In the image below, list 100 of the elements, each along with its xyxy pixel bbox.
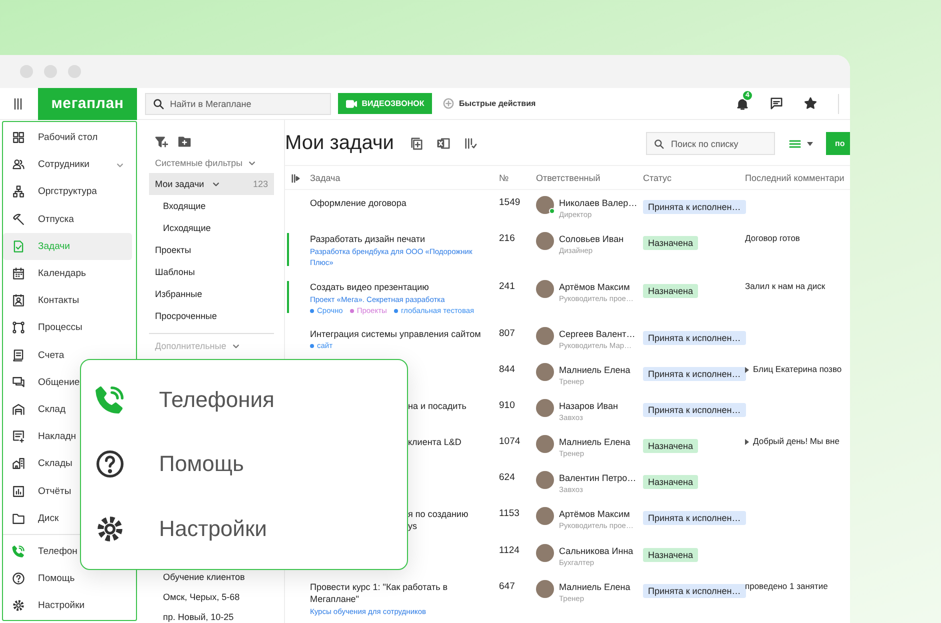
filter-item[interactable]: Просроченные <box>149 305 274 327</box>
sidebar-item[interactable]: Оргструктура <box>3 178 132 206</box>
person-name[interactable]: Сальникова Инна <box>559 545 634 557</box>
search-field[interactable]: Найти в Мегаплане <box>145 92 331 114</box>
column-header[interactable]: Ответственный <box>536 172 643 182</box>
filter-item[interactable]: Мои задачи 123 <box>149 173 274 195</box>
person-name[interactable]: Артёмов Максим <box>559 508 634 520</box>
filter-item[interactable]: Обучение клиентов <box>149 567 274 587</box>
chat-icon[interactable] <box>770 97 783 110</box>
person-name[interactable]: Артёмов Максим <box>559 281 634 293</box>
view-menu-button[interactable] <box>789 138 813 148</box>
comment-text: Договор готов <box>745 233 800 243</box>
status-badge[interactable]: Принята к исполнен… <box>643 403 746 417</box>
star-icon[interactable] <box>804 97 817 110</box>
sidebar-item[interactable]: Настройки <box>3 592 132 620</box>
person-name[interactable]: Соловьев Иван <box>559 233 624 245</box>
bell-icon[interactable] <box>736 96 749 110</box>
status-badge[interactable]: Принята к исполнен… <box>643 584 746 598</box>
search-icon <box>654 138 664 148</box>
task-title[interactable]: Оформление договора <box>310 197 499 209</box>
sidebar-item[interactable]: Процессы <box>3 314 132 342</box>
flow-icon <box>12 321 25 334</box>
settings-icon <box>95 514 125 544</box>
chat-icon <box>12 376 25 389</box>
avatar[interactable] <box>536 580 554 598</box>
person-name[interactable]: Валентин Петро… <box>559 472 636 484</box>
filter-item[interactable]: Избранные <box>149 283 274 305</box>
task-number: 216 <box>499 232 516 246</box>
column-header[interactable]: Задача <box>285 172 499 182</box>
task-title[interactable]: клиента L&D <box>408 436 499 448</box>
status-badge[interactable]: Принята к исполнен… <box>643 331 746 345</box>
list-icon <box>789 138 801 148</box>
comment-text: проведено 1 занятие <box>745 581 828 591</box>
task-number: 807 <box>499 327 516 341</box>
avatar[interactable] <box>536 435 554 453</box>
person-name[interactable]: Малниель Елена <box>559 364 630 376</box>
task-number: 1074 <box>499 435 522 449</box>
sidebar-item[interactable]: Накладн <box>3 423 132 450</box>
filter-item[interactable]: Проекты <box>149 239 274 261</box>
filter-item[interactable]: Входящие <box>149 195 274 217</box>
avatar[interactable] <box>536 196 554 214</box>
sidebar-item[interactable]: Рабочий стол <box>3 124 132 152</box>
filter-plus-icon[interactable] <box>155 136 168 148</box>
columns-icon[interactable] <box>291 174 300 183</box>
spreadsheet-icon[interactable] <box>436 137 450 150</box>
caret-right-icon[interactable] <box>745 439 749 445</box>
sidebar-item[interactable]: Счета <box>3 342 132 369</box>
avatar[interactable] <box>536 507 554 525</box>
sidebar-item[interactable]: Контакты <box>3 287 132 314</box>
task-number: 241 <box>499 280 516 294</box>
avatar[interactable] <box>536 232 554 250</box>
column-header[interactable]: № <box>499 172 536 182</box>
task-title[interactable]: Провести курс 1: "Как работать в Мегаплане" <box>310 581 499 605</box>
copy-plus-icon[interactable] <box>410 137 423 150</box>
task-title[interactable]: на и посадить <box>408 400 499 412</box>
filter-item[interactable]: Омск, Черых, 5-68 <box>149 587 274 607</box>
task-title[interactable]: Разработать дизайн печати <box>310 233 499 245</box>
task-title[interactable]: Интеграция системы управления сайтом <box>310 328 499 340</box>
help-icon <box>95 449 125 480</box>
status-badge[interactable]: Назначена <box>643 548 698 562</box>
task-number: 910 <box>499 399 516 413</box>
status-badge[interactable]: Назначена <box>643 236 698 250</box>
sidebar-item[interactable]: Отпуска <box>3 206 132 233</box>
avatar[interactable] <box>536 471 554 489</box>
person-name[interactable]: Малниель Елена <box>559 581 630 593</box>
sidebar-item[interactable]: Сотрудники <box>3 151 132 178</box>
folder-plus-icon[interactable] <box>178 136 191 147</box>
sidebar-item[interactable]: Помощь <box>3 565 132 592</box>
avatar[interactable] <box>536 280 554 298</box>
avatar[interactable] <box>536 327 554 345</box>
person-name[interactable]: Назаров Иван <box>559 400 618 412</box>
avatar[interactable] <box>536 544 554 562</box>
filter-item[interactable]: пр. Новый, 10-25 <box>149 607 274 623</box>
sidebar-item[interactable]: Отчёты <box>3 477 132 505</box>
status-badge[interactable]: Назначена <box>643 284 698 298</box>
avatar[interactable] <box>536 363 554 381</box>
task-title[interactable]: я по созданию ys <box>408 508 499 532</box>
status-badge[interactable]: Принята к исполнен… <box>643 200 746 214</box>
person-name[interactable]: Сергеев Валент… <box>559 328 636 340</box>
status-badge[interactable]: Принята к исполнен… <box>643 511 746 525</box>
column-check-icon[interactable] <box>464 137 477 150</box>
search-field[interactable]: Поиск по списку <box>646 132 775 155</box>
folder-icon <box>12 512 25 525</box>
person-name[interactable]: Николаев Валер… <box>559 197 638 209</box>
filter-item[interactable]: Шаблоны <box>149 261 274 283</box>
status-badge[interactable]: Назначена <box>643 439 698 453</box>
task-title[interactable]: Создать видео презентацию <box>310 281 499 293</box>
status-badge[interactable]: Назначена <box>643 475 698 489</box>
column-header[interactable]: Статус <box>643 172 745 182</box>
filter-section-header[interactable]: Системные фильтры <box>149 153 274 173</box>
quick-actions-button[interactable]: Быстрые действия <box>443 98 536 109</box>
filter-item[interactable]: Исходящие <box>149 217 274 239</box>
menu-icon[interactable] <box>13 98 23 110</box>
status-badge[interactable]: Принята к исполнен… <box>643 367 746 381</box>
person-name[interactable]: Малниель Елена <box>559 436 630 448</box>
comment-text: Добрый день! Мы вне <box>753 436 840 446</box>
sidebar-item[interactable]: Календарь <box>3 260 132 288</box>
help-icon <box>12 572 25 586</box>
avatar[interactable] <box>536 399 554 417</box>
column-header[interactable]: Последний комментари <box>745 172 850 182</box>
